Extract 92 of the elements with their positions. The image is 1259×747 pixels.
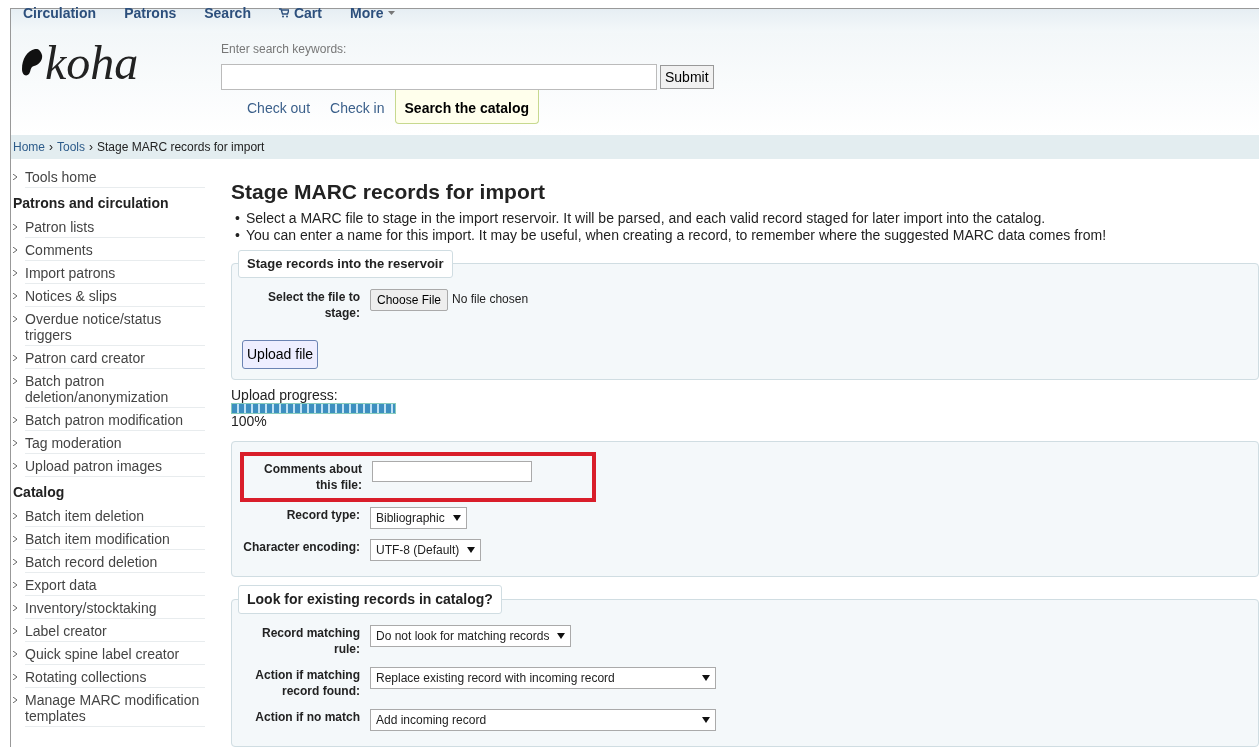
chevron-icon [13, 536, 17, 542]
sidebar-link[interactable]: Upload patron images [25, 458, 205, 477]
dropdown[interactable]: Replace existing record with incoming record [370, 666, 716, 689]
upload-button[interactable]: Upload file [242, 339, 319, 369]
cart-icon [278, 8, 289, 18]
dropdown[interactable]: Bibliographic [370, 506, 467, 529]
dropdown[interactable]: Add incoming record [370, 708, 716, 731]
progress-reading: 100% [231, 413, 268, 429]
sidebar-heading: Patrons and circulation [13, 194, 170, 213]
bullet: • [235, 227, 240, 245]
sidebar-link[interactable]: Notices & slips [25, 288, 205, 307]
breadcrumb-link[interactable]: Tools [57, 138, 86, 156]
caret-icon [388, 11, 396, 15]
bullet: • [235, 210, 240, 228]
chevron-icon [13, 697, 17, 703]
nav-link[interactable]: Circulation [23, 6, 97, 20]
caret-icon [557, 632, 566, 639]
field-label: Select the file to stage: [266, 288, 360, 321]
breadcrumb-separator: › [49, 139, 53, 156]
nav-link[interactable]: Cart [278, 6, 322, 20]
chevron-icon [13, 582, 17, 588]
comments-field[interactable] [372, 460, 532, 482]
chevron-icon [13, 628, 17, 634]
submit-button[interactable]: Submit [660, 65, 714, 89]
sidebar-link[interactable]: Batch record deletion [25, 554, 205, 573]
field-label: Action if no match [254, 708, 360, 725]
sidebar-link[interactable]: Patron card creator [25, 350, 205, 369]
dropdown[interactable]: UTF-8 (Default) [370, 538, 482, 561]
field-label: Record matching rule: [261, 624, 360, 657]
sidebar-link[interactable]: Tag moderation [25, 435, 205, 454]
chevron-icon [13, 463, 17, 469]
sidebar-link[interactable]: Overdue notice/status triggers [25, 311, 205, 346]
section-legend: Stage records into the reservoir [238, 250, 453, 278]
logo-icon [21, 49, 43, 77]
sidebar-link[interactable]: Batch patron deletion/anonymization [25, 373, 205, 408]
breadcrumb-separator: › [89, 139, 94, 156]
chevron-icon [13, 651, 17, 657]
nav-link[interactable]: More [349, 6, 396, 20]
caret-icon [702, 716, 710, 723]
chevron-icon [13, 559, 17, 565]
sidebar-link[interactable]: Quick spine label creator [25, 646, 205, 665]
sidebar-link[interactable]: Rotating collections [25, 669, 205, 688]
sidebar-link[interactable]: Batch item modification [25, 531, 205, 550]
nav-link[interactable]: Patrons [124, 6, 177, 20]
chevron-icon [13, 224, 17, 230]
chevron-icon [13, 355, 17, 361]
instruction-text: Select a MARC file to stage in the import reservoir. It will be parsed, and each valid record staged for later import into the catalog. [245, 210, 1046, 228]
chevron-icon [13, 378, 17, 384]
chevron-icon [13, 417, 17, 423]
sidebar-link[interactable]: Export data [25, 577, 205, 596]
choose-file-button[interactable]: Choose File [370, 288, 449, 311]
instruction-text: You can enter a name for this import. It may be useful, when creating a record, to remember where the suggested MARC data comes from! [245, 227, 1107, 245]
chevron-icon [13, 247, 17, 253]
breadcrumb-current: Stage MARC records for import [97, 139, 265, 156]
chevron-icon [13, 270, 17, 276]
field-label: Record type: [285, 506, 360, 523]
file-status: No file chosen [452, 290, 529, 308]
dropdown[interactable]: Do not look for matching records [370, 624, 572, 647]
sidebar-link[interactable]: Comments [25, 242, 205, 261]
sidebar-link[interactable]: Batch patron modification [25, 412, 205, 431]
chevron-icon [13, 174, 17, 180]
chevron-icon [13, 513, 17, 519]
chevron-icon [13, 605, 17, 611]
sidebar-link[interactable]: Import patrons [25, 265, 205, 284]
caret-icon [702, 674, 710, 681]
caret-icon [467, 546, 476, 553]
sidebar-heading: Catalog [13, 483, 66, 502]
search-tab[interactable]: Check out [237, 90, 321, 124]
sidebar-link[interactable]: Tools home [25, 169, 205, 188]
sidebar-link[interactable]: Patron lists [25, 219, 205, 238]
progress-label: Upload progress: [231, 387, 339, 403]
sidebar-link[interactable]: Inventory/stocktaking [25, 600, 205, 619]
field-label: Action if matching record found: [254, 666, 360, 699]
field-label: Comments about this file: [263, 460, 362, 493]
chevron-icon [13, 316, 17, 322]
search-tab[interactable]: Search the catalog [394, 90, 539, 124]
sidebar-link[interactable]: Batch item deletion [25, 508, 205, 527]
sidebar-link[interactable]: Label creator [25, 623, 205, 642]
field-label: Character encoding: [242, 538, 360, 555]
sidebar-link[interactable]: Manage MARC modification templates [25, 692, 205, 727]
chevron-icon [13, 674, 17, 680]
chevron-icon [13, 293, 17, 299]
section-legend: Look for existing records in catalog? [238, 584, 502, 614]
logo-text: koha [45, 39, 139, 87]
search-tab[interactable]: Check in [320, 90, 395, 124]
search-label: Enter search keywords: [221, 41, 348, 58]
chevron-icon [13, 440, 17, 446]
caret-icon [452, 514, 461, 521]
page-title: Stage MARC records for import [231, 179, 546, 205]
breadcrumb-link[interactable]: Home [13, 138, 45, 156]
nav-link[interactable]: Search [204, 6, 251, 20]
search-field[interactable] [221, 64, 657, 90]
